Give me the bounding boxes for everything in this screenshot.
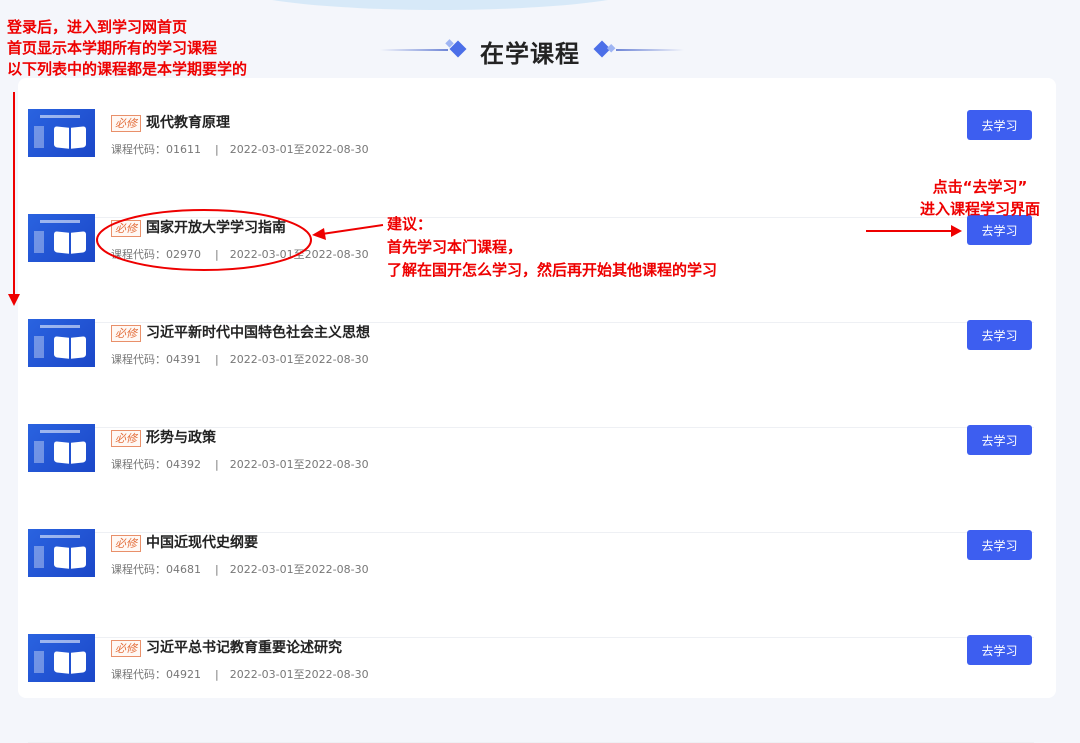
annotation-line: 进入课程学习界面	[920, 200, 1041, 218]
annotation-line: 首页显示本学期所有的学习课程	[7, 39, 218, 57]
annotation-right: 点击“去学习” 进入课程学习界面	[920, 176, 1040, 220]
annotation-line: 登录后，进入到学习网首页	[7, 18, 188, 36]
arrow-head-icon	[312, 228, 326, 240]
annotation-line: 以下列表中的课程都是本学期要学的	[7, 60, 248, 78]
annotation-middle: 建议： 首先学习本门课程， 了解在国开怎么学习，然后再开始其他课程的学习	[387, 213, 717, 282]
annotation-line: 建议：	[387, 215, 433, 233]
annotation-arrow-left	[321, 224, 384, 235]
annotation-line: 首先学习本门课程，	[387, 238, 523, 256]
arrow-head-icon	[951, 225, 962, 237]
annotation-line: 了解在国开怎么学习，然后再开始其他课程的学习	[387, 261, 718, 279]
arrow-head-icon	[8, 294, 20, 306]
annotation-circle	[96, 209, 312, 271]
annotation-overlay	[8, 92, 962, 306]
annotation-line: 点击“去学习”	[932, 178, 1028, 196]
annotation-left: 登录后，进入到学习网首页 首页显示本学期所有的学习课程 以下列表中的课程都是本学…	[7, 17, 247, 80]
